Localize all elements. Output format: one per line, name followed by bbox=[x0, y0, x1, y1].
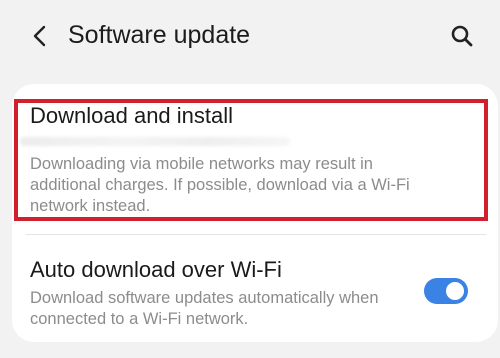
back-button[interactable] bbox=[26, 20, 54, 52]
auto-download-description: Download software updates automatically … bbox=[30, 289, 379, 328]
auto-download-title[interactable]: Auto download over Wi-Fi bbox=[30, 256, 282, 284]
auto-download-toggle[interactable] bbox=[424, 278, 468, 304]
highlight-box bbox=[14, 99, 488, 221]
app-bar: Software update bbox=[0, 0, 500, 72]
search-button[interactable] bbox=[446, 20, 478, 52]
page-title: Software update bbox=[68, 21, 251, 49]
search-icon bbox=[451, 25, 473, 47]
chevron-left-icon bbox=[33, 25, 46, 47]
divider bbox=[26, 234, 486, 235]
toggle-knob bbox=[444, 280, 466, 302]
